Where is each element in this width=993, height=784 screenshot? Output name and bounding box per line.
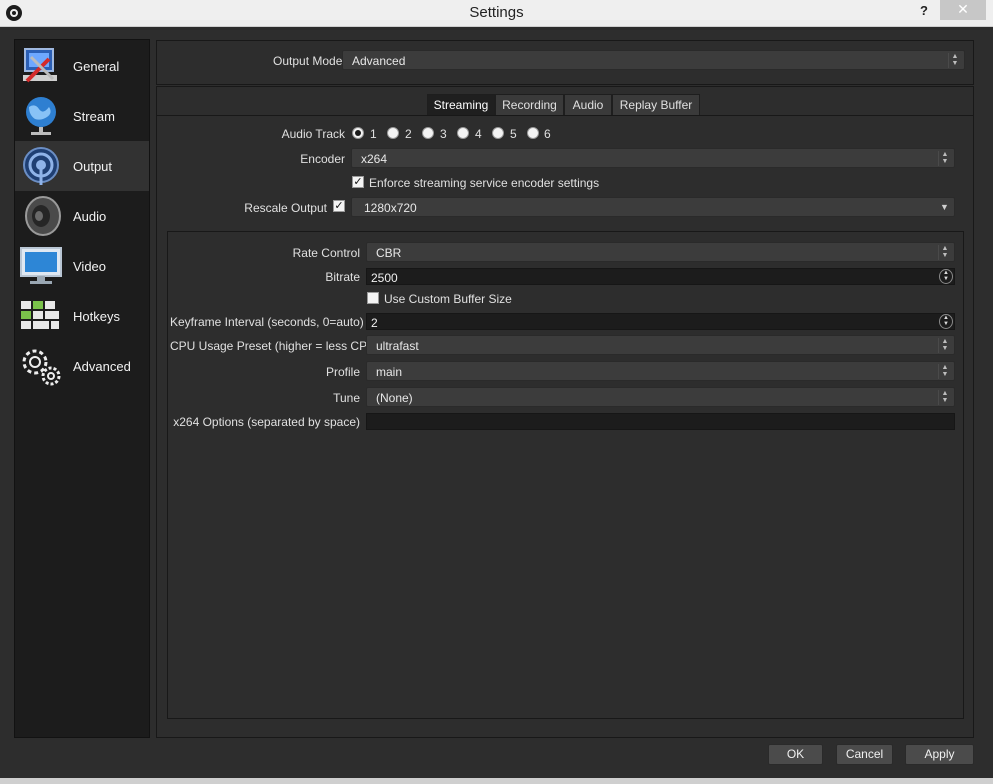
- keyframe-interval-label: Keyframe Interval (seconds, 0=auto): [170, 315, 364, 329]
- tune-value: (None): [376, 391, 413, 405]
- cpu-preset-label: CPU Usage Preset (higher = less CPU): [170, 339, 380, 353]
- apply-button[interactable]: Apply: [905, 744, 974, 765]
- audio-track-option-label: 1: [370, 127, 377, 141]
- enforce-settings-label: Enforce streaming service encoder settin…: [369, 176, 600, 190]
- help-button[interactable]: ?: [920, 3, 928, 18]
- up-down-arrows-icon: ▲ ▼: [948, 53, 961, 68]
- sidebar-item-audio[interactable]: Audio: [15, 191, 149, 241]
- sidebar-item-hotkeys[interactable]: Hotkeys: [15, 291, 149, 341]
- speaker-icon: [19, 195, 63, 237]
- monitor-icon: [19, 245, 63, 287]
- keyframe-interval-spinbox[interactable]: 2 ▲ ▼: [366, 313, 955, 330]
- sidebar-item-video[interactable]: Video: [15, 241, 149, 291]
- audio-track-radio-6[interactable]: [527, 127, 539, 139]
- output-settings-panel: Streaming Recording Audio Replay Buffer …: [156, 86, 974, 738]
- x264-options-input[interactable]: [366, 413, 955, 430]
- spin-arrows-icon[interactable]: ▲ ▼: [939, 269, 953, 284]
- bitrate-value: 2500: [371, 271, 398, 285]
- sidebar-item-label: Output: [73, 159, 113, 174]
- tab-divider: [157, 115, 973, 116]
- bitrate-spinbox[interactable]: 2500 ▲ ▼: [366, 268, 955, 285]
- rescale-resolution-value: 1280x720: [364, 201, 417, 215]
- audio-track-option-label: 4: [475, 127, 482, 141]
- sidebar-item-label: General: [73, 59, 120, 74]
- rescale-resolution-combo[interactable]: 1280x720 ▼: [351, 197, 955, 217]
- keyboard-icon: [19, 295, 63, 337]
- sidebar-item-label: Advanced: [73, 359, 131, 374]
- audio-track-radio-2[interactable]: [387, 127, 399, 139]
- sidebar-item-advanced[interactable]: Advanced: [15, 341, 149, 391]
- output-mode-panel: Output Mode Advanced ▲ ▼: [156, 40, 974, 85]
- tune-label: Tune: [333, 391, 360, 405]
- audio-track-radio-1[interactable]: [352, 127, 364, 139]
- bitrate-label: Bitrate: [325, 270, 360, 284]
- gears-icon: [19, 345, 63, 387]
- x264-options-label: x264 Options (separated by space): [173, 415, 360, 429]
- audio-track-option-label: 6: [544, 127, 551, 141]
- rescale-output-checkbox[interactable]: ✓: [333, 200, 345, 212]
- cancel-button[interactable]: Cancel: [836, 744, 893, 765]
- up-down-arrows-icon: ▲ ▼: [938, 390, 951, 405]
- tab-replay-buffer[interactable]: Replay Buffer: [612, 94, 700, 116]
- output-mode-label: Output Mode: [273, 54, 343, 68]
- sidebar-item-label: Hotkeys: [73, 309, 120, 324]
- window-title: Settings: [469, 4, 524, 21]
- encoder-value: x264: [361, 152, 388, 166]
- keyframe-interval-value: 2: [371, 316, 378, 330]
- cpu-preset-value: ultrafast: [376, 339, 419, 353]
- audio-track-option-label: 3: [440, 127, 447, 141]
- custom-buffer-checkbox[interactable]: [367, 292, 379, 304]
- sidebar-item-label: Stream: [73, 109, 115, 124]
- cpu-preset-combo[interactable]: ultrafast ▲ ▼: [366, 335, 955, 355]
- globe-icon: [19, 95, 63, 137]
- window-bottom-border: [0, 778, 993, 784]
- up-down-arrows-icon: ▲ ▼: [938, 338, 951, 353]
- encoder-combo[interactable]: x264 ▲ ▼: [351, 148, 955, 168]
- tune-combo[interactable]: (None) ▲ ▼: [366, 387, 955, 407]
- output-mode-combo[interactable]: Advanced ▲ ▼: [342, 50, 965, 70]
- close-button[interactable]: ✕: [940, 0, 986, 20]
- rate-control-combo[interactable]: CBR ▲ ▼: [366, 242, 955, 262]
- audio-track-radio-4[interactable]: [457, 127, 469, 139]
- rescale-output-label: Rescale Output: [244, 201, 327, 215]
- sidebar-item-output[interactable]: Output: [15, 141, 149, 191]
- up-down-arrows-icon: ▲ ▼: [938, 245, 951, 260]
- tab-streaming[interactable]: Streaming: [427, 94, 495, 116]
- sidebar-item-label: Audio: [73, 209, 107, 224]
- custom-buffer-label: Use Custom Buffer Size: [384, 292, 512, 306]
- rate-control-value: CBR: [376, 246, 402, 260]
- ok-button[interactable]: OK: [768, 744, 823, 765]
- enforce-settings-checkbox[interactable]: ✓: [352, 176, 364, 188]
- sidebar-item-stream[interactable]: Stream: [15, 91, 149, 141]
- encoder-label: Encoder: [300, 152, 345, 166]
- audio-track-radio-5[interactable]: [492, 127, 504, 139]
- audio-track-label: Audio Track: [281, 127, 345, 141]
- sidebar-item-general[interactable]: General: [15, 41, 149, 91]
- audio-track-option-label: 5: [510, 127, 517, 141]
- rate-control-label: Rate Control: [292, 246, 360, 260]
- profile-value: main: [376, 365, 403, 379]
- audio-track-radio-3[interactable]: [422, 127, 434, 139]
- chevron-down-icon: ▼: [940, 202, 949, 212]
- up-down-arrows-icon: ▲ ▼: [938, 151, 951, 166]
- title-bar: Settings ? ✕: [0, 0, 993, 27]
- tab-audio[interactable]: Audio: [564, 94, 612, 116]
- sidebar-item-label: Video: [73, 259, 107, 274]
- profile-combo[interactable]: main ▲ ▼: [366, 361, 955, 381]
- up-down-arrows-icon: ▲ ▼: [938, 364, 951, 379]
- spin-arrows-icon[interactable]: ▲ ▼: [939, 314, 953, 329]
- audio-track-option-label: 2: [405, 127, 412, 141]
- broadcast-icon: [19, 145, 63, 187]
- output-mode-value: Advanced: [352, 54, 406, 68]
- general-icon: [19, 45, 63, 87]
- profile-label: Profile: [325, 365, 360, 379]
- encoder-settings-panel: Rate Control CBR ▲ ▼ Bitrate 2500 ▲ ▼ Use …: [167, 231, 964, 719]
- settings-sidebar: General Stream Output Audio Video Hotkey…: [14, 39, 150, 738]
- tab-recording[interactable]: Recording: [495, 94, 564, 116]
